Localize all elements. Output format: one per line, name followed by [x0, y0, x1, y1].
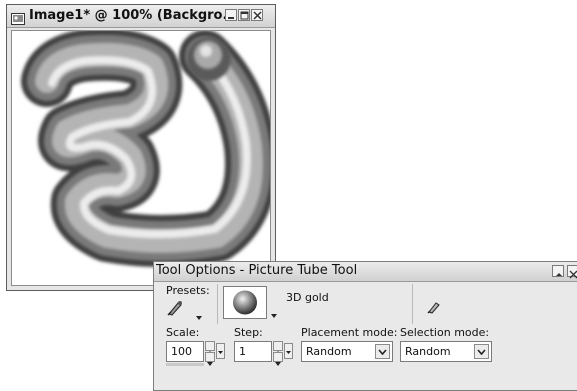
placement-mode-select[interactable]: Random	[301, 341, 393, 362]
step-slider-popup[interactable]	[284, 343, 293, 359]
scale-spinner[interactable]	[205, 341, 215, 366]
selection-mode-select[interactable]: Random	[400, 341, 492, 362]
palette-close-button[interactable]	[567, 265, 577, 279]
tool-options-title: Tool Options - Picture Tube Tool	[156, 263, 358, 278]
image-canvas[interactable]	[11, 28, 277, 286]
picture-tube-tool-icon[interactable]	[426, 299, 442, 315]
image-document-icon	[11, 10, 25, 25]
spinner-up-icon[interactable]	[273, 341, 283, 355]
scale-label: Scale:	[166, 326, 200, 339]
scale-input[interactable]: 100	[166, 341, 204, 362]
presets-label: Presets:	[166, 284, 210, 297]
minimize-icon	[228, 17, 234, 19]
image-window-titlebar[interactable]: Image1* @ 100% (Backgro...	[7, 5, 275, 28]
maximize-button[interactable]	[238, 9, 250, 21]
close-icon	[569, 270, 577, 279]
spinner-down-icon[interactable]	[273, 352, 283, 366]
minimize-button[interactable]	[225, 9, 237, 21]
maximize-icon	[240, 11, 249, 20]
spinner-down-icon[interactable]	[205, 352, 215, 366]
step-spinner[interactable]	[273, 341, 283, 366]
step-input[interactable]: 1	[234, 341, 272, 362]
selection-mode-value: Random	[405, 345, 451, 358]
rollup-icon	[556, 273, 562, 276]
image-window-title: Image1* @ 100% (Backgro...	[29, 8, 238, 23]
chevron-down-icon[interactable]	[474, 344, 489, 359]
image-window: Image1* @ 100% (Backgro...	[6, 4, 277, 291]
dropdown-arrow-icon[interactable]	[271, 303, 277, 318]
scale-slider-popup[interactable]	[216, 343, 225, 359]
step-label: Step:	[234, 326, 263, 339]
picture-tube-stroke	[21, 28, 277, 267]
picture-tube-selector[interactable]	[223, 286, 267, 319]
tool-options-palette: Tool Options - Picture Tube Tool Presets…	[153, 261, 577, 391]
scale-slider-track[interactable]	[166, 363, 204, 366]
tool-options-titlebar[interactable]: Tool Options - Picture Tube Tool	[154, 262, 577, 282]
tube-sphere-icon	[233, 290, 257, 315]
chevron-down-icon[interactable]	[375, 344, 390, 359]
tube-name: 3D gold	[286, 291, 329, 304]
separator	[412, 284, 413, 324]
close-button[interactable]	[251, 9, 263, 21]
selection-mode-label: Selection mode:	[400, 326, 490, 339]
palette-rollup-button[interactable]	[552, 265, 564, 277]
picture-tube-preset-icon[interactable]	[166, 299, 184, 317]
spinner-up-icon[interactable]	[205, 341, 215, 355]
close-icon	[253, 11, 262, 20]
separator	[217, 284, 218, 324]
placement-mode-label: Placement mode:	[301, 326, 398, 339]
placement-mode-value: Random	[306, 345, 352, 358]
dropdown-arrow-icon[interactable]	[196, 305, 202, 320]
